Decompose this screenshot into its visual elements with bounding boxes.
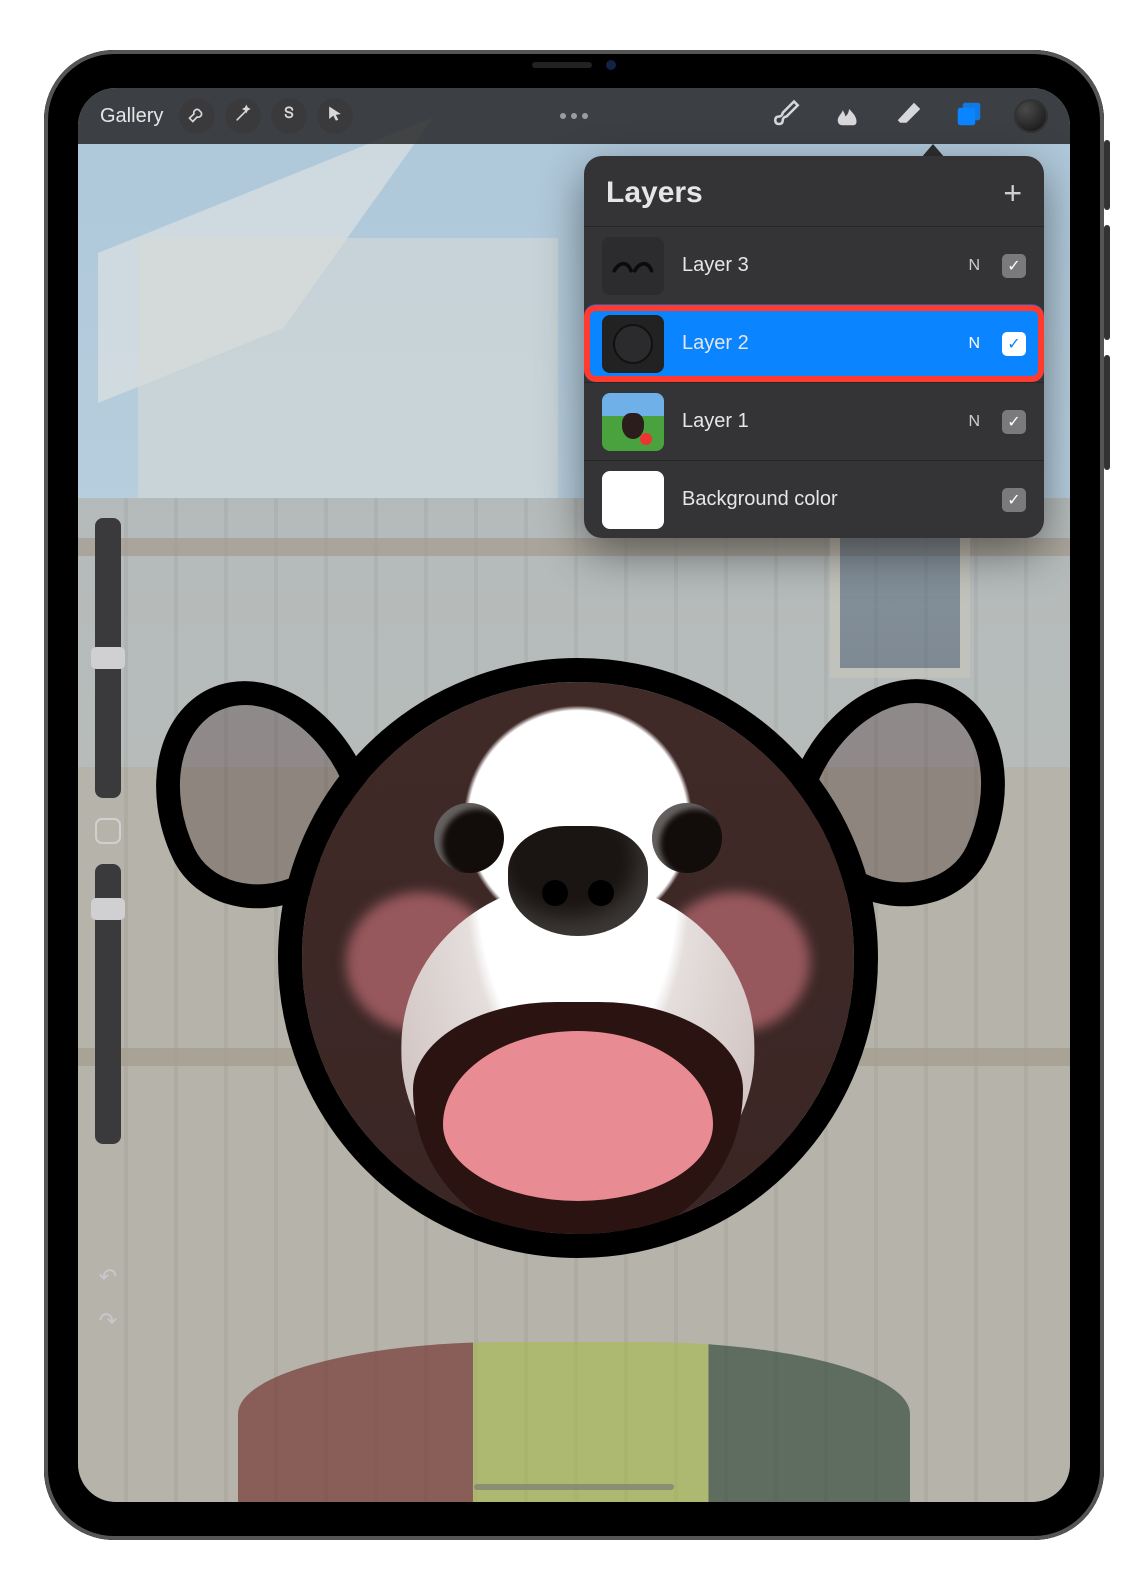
eraser-tool-button[interactable] [894, 99, 924, 134]
layers-icon [954, 99, 984, 134]
layer-visibility-checkbox[interactable]: ✓ [1002, 488, 1026, 512]
layer-name-label: Layer 3 [682, 254, 950, 277]
eraser-icon [894, 99, 924, 134]
smudge-tool-button[interactable] [834, 99, 864, 134]
adjustments-wand-button[interactable] [225, 98, 261, 134]
power-button [1104, 140, 1110, 210]
redo-button[interactable]: ↷ [94, 1308, 122, 1334]
selection-tool-button[interactable] [271, 98, 307, 134]
layer-blend-label[interactable]: N [968, 335, 980, 353]
brush-tool-button[interactable] [774, 99, 804, 134]
layers-button[interactable] [954, 99, 984, 134]
screen: Gallery [78, 88, 1070, 1502]
modify-button[interactable] [95, 818, 121, 844]
top-toolbar: Gallery [78, 88, 1070, 144]
wand-icon [233, 104, 253, 129]
layer-name-label: Layer 1 [682, 410, 950, 433]
volume-up-button [1104, 225, 1110, 340]
layer-visibility-checkbox[interactable]: ✓ [1002, 332, 1026, 356]
layer-visibility-checkbox[interactable]: ✓ [1002, 254, 1026, 278]
layer-thumbnail [602, 471, 664, 529]
multitask-dots[interactable] [560, 113, 588, 119]
layer-visibility-checkbox[interactable]: ✓ [1002, 410, 1026, 434]
layer-row[interactable]: Layer 1 N ✓ [584, 382, 1044, 460]
brush-icon [774, 99, 804, 134]
brush-opacity-slider[interactable] [95, 864, 121, 1144]
color-picker-swatch[interactable] [1014, 99, 1048, 133]
layer-thumbnail [602, 393, 664, 451]
undo-button[interactable]: ↶ [94, 1264, 122, 1290]
layer-name-label: Background color [682, 488, 962, 511]
sidebar-controls: ↶ ↷ [90, 518, 126, 1334]
layer-blend-label[interactable]: N [968, 413, 980, 431]
volume-down-button [1104, 355, 1110, 470]
layer-blend-label[interactable]: N [968, 257, 980, 275]
smudge-icon [834, 99, 864, 134]
layer-row[interactable]: Layer 3 N ✓ [584, 226, 1044, 304]
layers-panel-title: Layers [606, 176, 703, 210]
gallery-button[interactable]: Gallery [100, 105, 163, 128]
actions-wrench-button[interactable] [179, 98, 215, 134]
home-indicator[interactable] [474, 1484, 674, 1490]
layer-row[interactable]: Layer 2 N ✓ [584, 304, 1044, 382]
brush-size-slider[interactable] [95, 518, 121, 798]
selection-s-icon [279, 104, 299, 129]
layer-name-label: Layer 2 [682, 332, 950, 355]
transform-arrow-button[interactable] [317, 98, 353, 134]
layer-row[interactable]: Background color ✓ [584, 460, 1044, 538]
add-layer-button[interactable]: + [1003, 177, 1022, 209]
ipad-device-frame: Gallery [44, 50, 1104, 1540]
wrench-icon [187, 104, 207, 129]
cursor-arrow-icon [325, 104, 345, 129]
layer-thumbnail [602, 315, 664, 373]
layers-panel: Layers + Layer 3 N ✓ Layer 2 [584, 156, 1044, 538]
layer-thumbnail [602, 237, 664, 295]
device-sensor-cluster [532, 60, 616, 70]
